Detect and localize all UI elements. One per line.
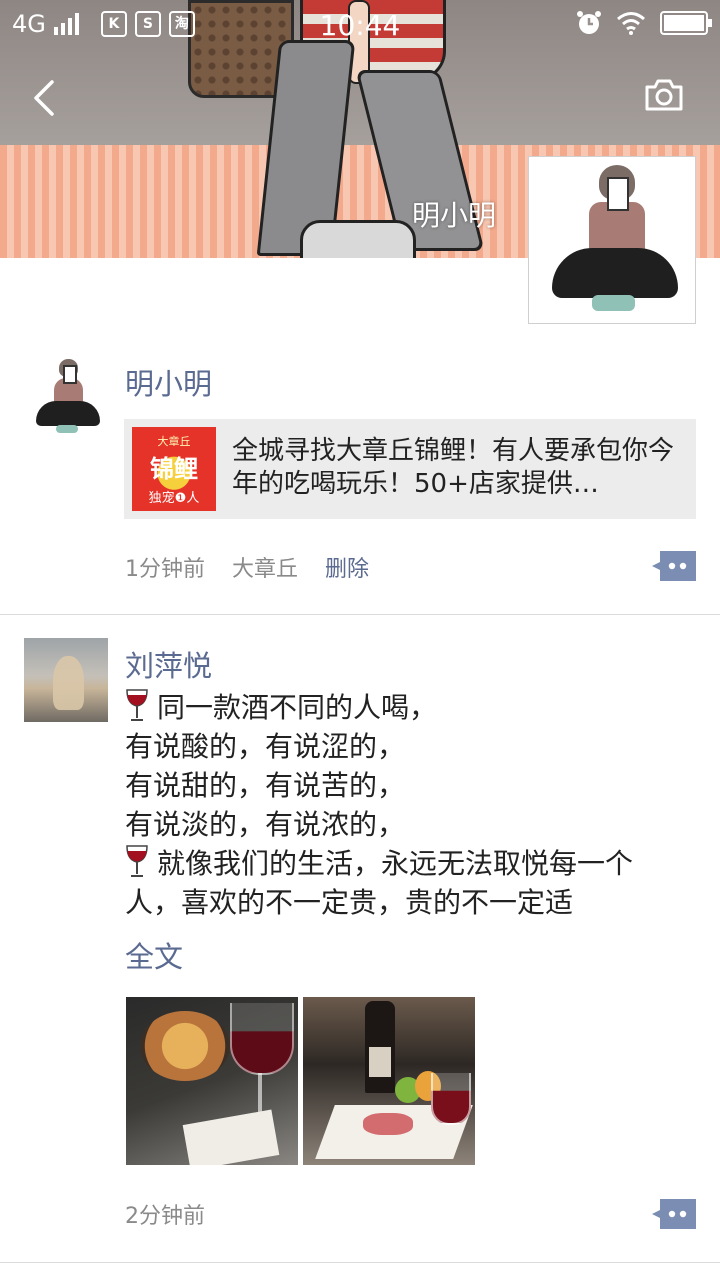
- full-text-link[interactable]: 全文: [125, 934, 183, 976]
- wine-glass-icon: [126, 689, 148, 721]
- post-location[interactable]: 大章丘: [232, 557, 298, 582]
- post-username[interactable]: 刘萍悦: [125, 643, 212, 685]
- thumbnail-subtitle: 独宠❶人: [148, 491, 200, 506]
- link-thumbnail: 大章丘 锦鲤 独宠❶人: [132, 427, 216, 511]
- post-divider: [0, 1262, 720, 1263]
- status-bar: 4G K S 淘 10:44: [0, 0, 720, 50]
- text-line: 有说甜的，有说苦的，: [125, 769, 406, 802]
- text-line: 就像我们的生活，永远无法取悦每一个人，喜欢的不一定贵，贵的不一定适: [125, 844, 685, 922]
- avatar-illustration: [529, 157, 695, 323]
- post-photo[interactable]: [303, 997, 475, 1165]
- thumbnail-title: 锦鲤: [150, 455, 198, 483]
- post-divider: [0, 614, 720, 615]
- text-line: 有说酸的，有说涩的，: [125, 730, 406, 763]
- post-meta: 2分钟前: [125, 1198, 225, 1230]
- post-time: 1分钟前: [125, 557, 205, 582]
- comment-more-icon[interactable]: [652, 1199, 696, 1229]
- thumbnail-caption: 大章丘: [157, 435, 191, 448]
- post-avatar[interactable]: [24, 638, 108, 722]
- back-icon[interactable]: [28, 78, 64, 118]
- post-meta: 1分钟前 大章丘 删除: [125, 551, 389, 583]
- post-avatar[interactable]: [24, 355, 108, 439]
- text-line: 有说淡的，有说浓的，: [125, 808, 406, 841]
- comment-more-icon[interactable]: [652, 551, 696, 581]
- battery-icon: [660, 11, 712, 35]
- post-photo[interactable]: [126, 997, 298, 1165]
- link-title: 全城寻找大章丘锦鲤！有人要承包你今年的吃喝玩乐！50+店家提供…: [232, 436, 675, 499]
- text-line-content: 同一款酒不同的人喝，: [157, 691, 438, 724]
- profile-avatar[interactable]: [528, 156, 696, 324]
- text-line: 同一款酒不同的人喝，: [125, 688, 685, 727]
- text-line-content: 就像我们的生活，永远无法取悦每一个人，喜欢的不一定贵，贵的不一定适: [125, 847, 634, 919]
- wine-glass-icon: [126, 845, 148, 877]
- cover-figure-shoe: [300, 220, 416, 258]
- post-username[interactable]: 明小明: [125, 361, 212, 403]
- profile-name: 明小明: [412, 199, 497, 232]
- post-text: 同一款酒不同的人喝， 有说酸的，有说涩的， 有说甜的，有说苦的， 有说淡的，有说浓的，…: [125, 688, 685, 922]
- wifi-icon: [617, 12, 645, 35]
- post-time: 2分钟前: [125, 1204, 205, 1229]
- avatar-illustration: [24, 355, 108, 439]
- delete-link[interactable]: 删除: [325, 557, 369, 582]
- avatar-photo: [24, 638, 108, 722]
- camera-icon[interactable]: [644, 78, 684, 112]
- alarm-icon: [577, 11, 601, 34]
- shared-link-card[interactable]: 大章丘 锦鲤 独宠❶人 全城寻找大章丘锦鲤！有人要承包你今年的吃喝玩乐！50+店…: [124, 419, 696, 519]
